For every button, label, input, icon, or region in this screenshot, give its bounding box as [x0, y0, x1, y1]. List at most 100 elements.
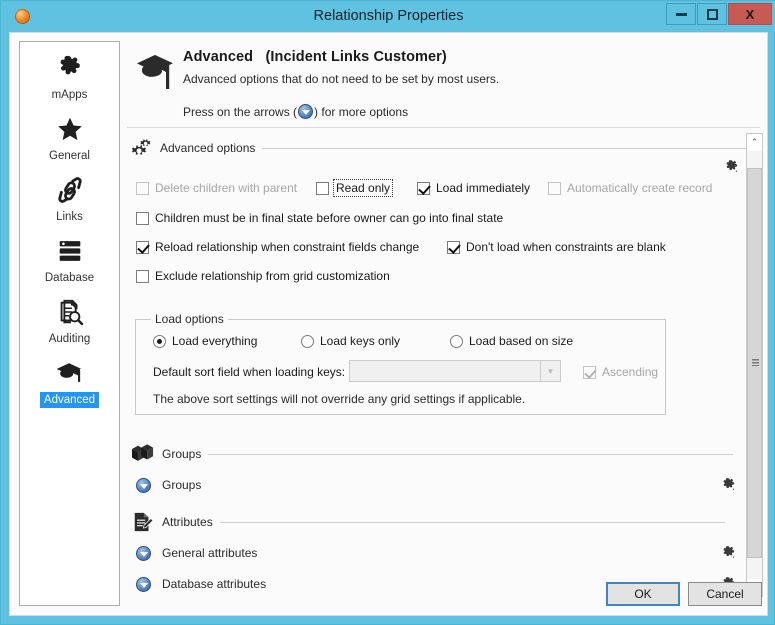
section-rule — [219, 521, 725, 523]
section-rule — [262, 147, 748, 149]
document-edit-icon — [131, 511, 155, 533]
window-title: Relationship Properties — [313, 8, 464, 24]
checkbox-dont-load-blank-constraints[interactable]: Don't load when constraints are blank — [447, 240, 666, 254]
sidebar-item-mapps[interactable]: mApps — [20, 42, 119, 103]
scrollbar-track[interactable] — [747, 151, 762, 579]
sidebar-nav: mApps General Links Database Auditing Ad… — [19, 41, 120, 606]
options-scroll-area: Advanced options Delete children with pa… — [127, 133, 761, 597]
checkbox-box — [316, 181, 329, 195]
section-rule — [208, 453, 734, 455]
checkbox-ascending[interactable]: Ascending — [583, 365, 658, 379]
sort-field-combobox[interactable]: ▾ — [349, 360, 561, 382]
checkbox-box — [548, 181, 561, 195]
database-icon — [20, 233, 119, 269]
checkbox-reload-relationship[interactable]: Reload relationship when constraint fiel… — [136, 240, 419, 254]
ok-button[interactable]: OK — [606, 582, 680, 606]
puzzle-piece-icon — [20, 50, 119, 86]
checkbox-label: Exclude relationship from grid customiza… — [155, 269, 390, 283]
checkbox-label: Read only — [332, 179, 394, 197]
section-header-attributes: Attributes — [131, 511, 741, 533]
chain-link-icon — [20, 172, 119, 208]
checkbox-children-final-state[interactable]: Children must be in final state before o… — [136, 211, 503, 225]
checkbox-exclude-from-grid-customization[interactable]: Exclude relationship from grid customiza… — [136, 269, 390, 283]
checkbox-automatically-create-record[interactable]: Automatically create record — [548, 181, 712, 195]
page-description: Advanced options that do not need to be … — [183, 72, 500, 86]
expander-label: General attributes — [162, 546, 258, 560]
boxes-icon — [131, 443, 155, 465]
header-divider — [127, 127, 760, 128]
title-bar: Relationship Properties X — [1, 1, 775, 32]
collapsed-arrow-icon[interactable] — [136, 477, 151, 493]
puzzle-piece-icon[interactable] — [724, 159, 740, 175]
load-options-group: Load options Load everything Load keys o… — [135, 312, 666, 415]
page-title-main: Advanced — [183, 49, 254, 65]
section-header-advanced-options: Advanced options — [131, 137, 748, 159]
sidebar-item-links[interactable]: Links — [20, 164, 119, 225]
sidebar-item-label: Advanced — [39, 392, 100, 408]
graduation-cap-icon — [133, 49, 179, 93]
gears-icon — [131, 137, 153, 159]
radio-circle — [450, 334, 463, 348]
content-panel: Advanced (Incident Links Customer) Advan… — [127, 41, 763, 606]
sidebar-item-label: General — [49, 150, 90, 162]
sidebar-item-advanced[interactable]: Advanced — [20, 347, 119, 408]
radio-load-keys-only[interactable]: Load keys only — [301, 334, 400, 348]
chevron-down-icon[interactable]: ▾ — [540, 361, 560, 381]
checkbox-delete-children-with-parent[interactable]: Delete children with parent — [136, 181, 297, 195]
page-header: Advanced (Incident Links Customer) Advan… — [127, 41, 769, 128]
checkbox-read-only[interactable]: Read only — [316, 179, 394, 197]
radio-label: Load keys only — [320, 334, 401, 348]
page-title: Advanced (Incident Links Customer) — [183, 49, 447, 65]
expander-row-groups[interactable]: Groups — [135, 474, 743, 496]
maximize-button[interactable] — [697, 3, 727, 25]
checkbox-label: Children must be in final state before o… — [155, 211, 504, 225]
checkbox-box — [136, 240, 149, 254]
dialog-button-bar: OK Cancel — [10, 575, 769, 615]
section-label: Groups — [162, 447, 202, 461]
checkbox-load-immediately[interactable]: Load immediately — [417, 181, 530, 195]
vertical-scrollbar[interactable]: ⌃ ⌄ — [746, 133, 763, 597]
checkbox-label: Ascending — [602, 365, 659, 379]
sidebar-item-database[interactable]: Database — [20, 225, 119, 286]
radio-label: Load based on size — [469, 334, 574, 348]
page-hint: Press on the arrows ( ) for more options — [183, 104, 408, 119]
scroll-up-button[interactable]: ⌃ — [747, 134, 762, 151]
checkbox-box — [583, 365, 596, 379]
dialog-window: Relationship Properties X mApps General … — [0, 0, 775, 625]
sort-settings-note: The above sort settings will not overrid… — [153, 392, 526, 406]
checkbox-box — [136, 269, 149, 283]
checkbox-label: Automatically create record — [567, 181, 713, 195]
close-button[interactable]: X — [728, 3, 772, 25]
radio-label: Load everything — [172, 334, 258, 348]
checkbox-box — [447, 240, 460, 254]
scrollbar-thumb[interactable] — [747, 168, 762, 558]
page-hint-after: ) for more options — [314, 104, 409, 119]
sidebar-item-general[interactable]: General — [20, 103, 119, 164]
star-icon — [20, 111, 119, 147]
minimize-icon — [675, 12, 687, 16]
section-label: Attributes — [162, 515, 213, 529]
radio-load-everything[interactable]: Load everything — [153, 334, 257, 348]
checkbox-box — [136, 211, 149, 225]
sidebar-item-label: Auditing — [48, 333, 91, 345]
scrollbar-grip — [752, 359, 759, 366]
sidebar-item-auditing[interactable]: Auditing — [20, 286, 119, 347]
checkbox-label: Don't load when constraints are blank — [466, 240, 666, 254]
checkbox-label: Load immediately — [436, 181, 531, 195]
collapsed-arrow-icon[interactable] — [136, 545, 151, 561]
cancel-button[interactable]: Cancel — [688, 582, 762, 606]
dialog-client-area: mApps General Links Database Auditing Ad… — [9, 32, 768, 616]
minimize-button[interactable] — [666, 3, 696, 25]
checkbox-label: Delete children with parent — [155, 181, 298, 195]
puzzle-piece-icon[interactable] — [721, 477, 737, 493]
collapsed-arrow-icon — [298, 104, 314, 119]
page-title-subject: (Incident Links Customer) — [265, 49, 447, 65]
group-label: Load options — [151, 312, 228, 326]
page-hint-before: Press on the arrows ( — [183, 104, 298, 119]
checkbox-box — [136, 181, 149, 195]
checkbox-box — [417, 181, 430, 195]
puzzle-piece-icon[interactable] — [721, 545, 737, 561]
expander-row-general-attributes[interactable]: General attributes — [135, 542, 743, 564]
radio-load-based-on-size[interactable]: Load based on size — [450, 334, 573, 348]
radio-circle — [153, 334, 166, 348]
